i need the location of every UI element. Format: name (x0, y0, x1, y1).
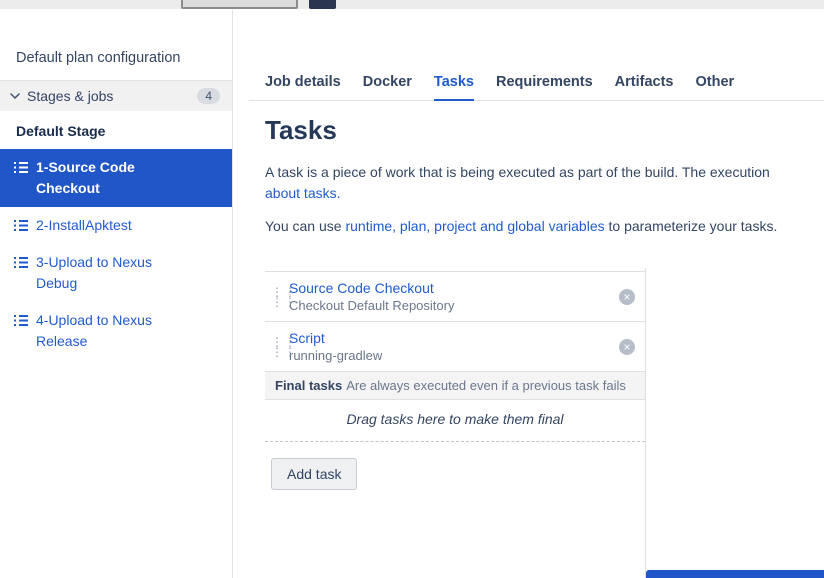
job-label: 3-Upload to Nexus Debug (36, 254, 152, 291)
final-tasks-header: Final tasks Are always executed even if a… (265, 372, 645, 400)
job-list-icon (14, 256, 28, 269)
task-row[interactable]: ⋮⋮ ⋮⋮ Source Code Checkout Checkout Defau… (265, 272, 645, 322)
cropped-header-button[interactable] (181, 0, 298, 9)
variables-text-prefix: You can use (265, 218, 346, 234)
job-configuration-main: Job details Docker Tasks Requirements Ar… (233, 10, 824, 578)
remove-task-icon[interactable]: × (619, 338, 635, 355)
job-list-icon (14, 314, 28, 327)
cropped-header-dark-button[interactable] (309, 0, 336, 9)
task-list-panel: ⋮⋮ ⋮⋮ Source Code Checkout Checkout Defau… (265, 271, 645, 442)
variables-link[interactable]: runtime, plan, project and global variab… (345, 218, 604, 234)
stages-and-jobs-label: Stages & jobs (27, 88, 114, 104)
job-list-icon (14, 161, 28, 174)
cropped-bottom-blue-panel (646, 570, 824, 578)
plan-config-sidebar: Default plan configuration Stages & jobs… (0, 10, 233, 578)
sidebar-job-upload-nexus-debug[interactable]: 3-Upload to Nexus Debug (0, 244, 232, 302)
task-title-link[interactable]: Source Code Checkout (289, 280, 454, 296)
task-title-link[interactable]: Script (289, 330, 382, 346)
chevron-down-icon (10, 92, 20, 100)
task-subtitle: running-gradlew (289, 348, 383, 363)
drag-handle-icon[interactable]: ⋮⋮ ⋮⋮ (271, 286, 296, 308)
tab-job-details[interactable]: Job details (265, 74, 341, 100)
sidebar-title-default-plan-configuration[interactable]: Default plan configuration (0, 10, 232, 81)
sidebar-job-installapktest[interactable]: 2-InstallApktest (0, 207, 232, 244)
variables-text-suffix: to parameterize your tasks. (604, 218, 778, 234)
variables-paragraph: You can use runtime, plan, project and g… (265, 216, 824, 237)
job-label: 1-Source Code Checkout (36, 159, 135, 196)
sidebar-job-upload-nexus-release[interactable]: 4-Upload to Nexus Release (0, 302, 232, 360)
tasks-intro-paragraph: A task is a piece of work that is being … (265, 162, 824, 204)
stage-name-heading: Default Stage (16, 123, 106, 139)
add-task-button[interactable]: Add task (271, 458, 358, 490)
page-title: Tasks (265, 115, 337, 145)
drag-handle-icon[interactable]: ⋮⋮ ⋮⋮ (271, 336, 296, 358)
intro-text: A task is a piece of work that is being … (265, 164, 770, 180)
task-subtitle: Checkout Default Repository (289, 298, 455, 313)
final-tasks-drop-zone[interactable]: Drag tasks here to make them final (265, 400, 645, 442)
tab-docker[interactable]: Docker (363, 74, 412, 100)
job-label: 2-InstallApktest (36, 217, 132, 233)
job-list-icon (14, 219, 28, 232)
panel-vertical-divider (645, 268, 646, 578)
cropped-header-bar (0, 0, 824, 10)
final-tasks-description: Are always executed even if a previous t… (346, 378, 626, 393)
stages-count-badge: 4 (197, 88, 220, 104)
job-list: 1-Source Code Checkout 2-InstallApktest … (0, 149, 232, 360)
page-body: Default plan configuration Stages & jobs… (0, 10, 824, 578)
final-tasks-label: Final tasks (275, 378, 343, 393)
remove-task-icon[interactable]: × (619, 288, 635, 305)
tab-requirements[interactable]: Requirements (496, 74, 593, 100)
sidebar-section-stages-and-jobs[interactable]: Stages & jobs 4 (0, 81, 232, 111)
about-tasks-link[interactable]: about tasks. (265, 185, 341, 201)
job-label: 4-Upload to Nexus Release (36, 312, 152, 349)
tab-artifacts[interactable]: Artifacts (615, 74, 674, 100)
tab-other[interactable]: Other (696, 74, 735, 100)
job-config-tabs: Job details Docker Tasks Requirements Ar… (249, 74, 824, 101)
tab-tasks[interactable]: Tasks (433, 74, 474, 101)
task-row[interactable]: ⋮⋮ ⋮⋮ Script running-gradlew × (265, 322, 645, 372)
sidebar-job-source-code-checkout[interactable]: 1-Source Code Checkout (0, 149, 232, 207)
